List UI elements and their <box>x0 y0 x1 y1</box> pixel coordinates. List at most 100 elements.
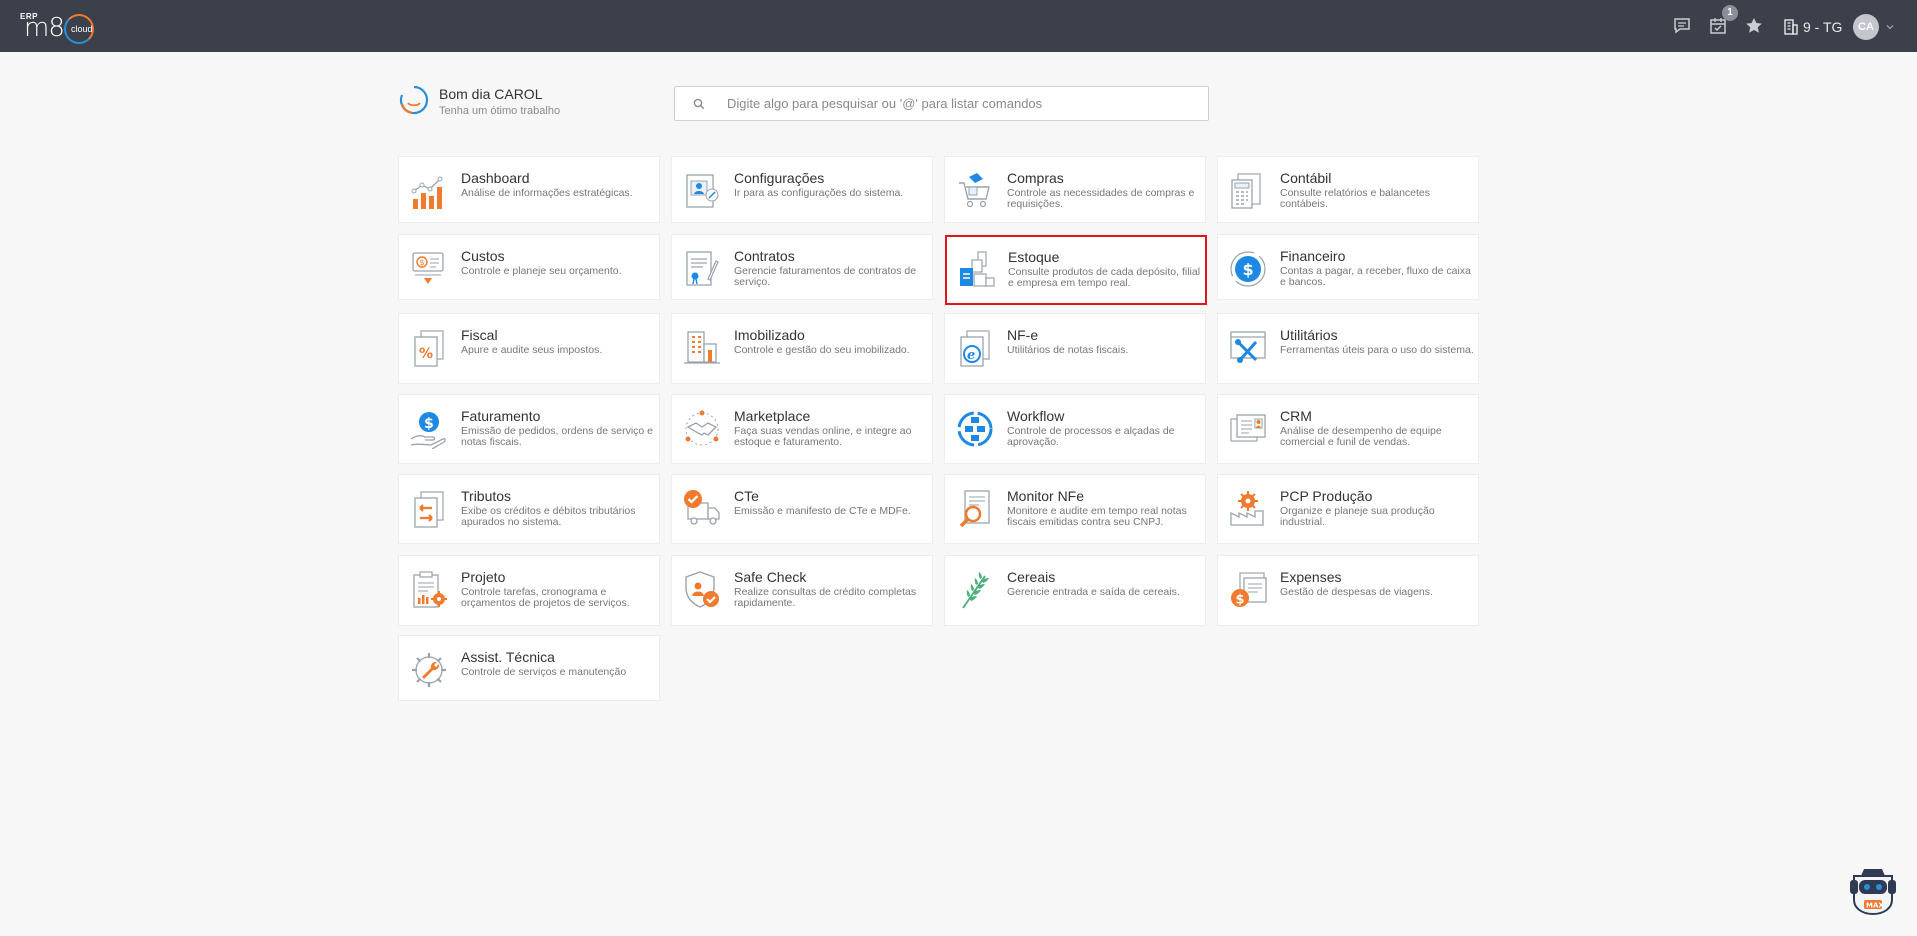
module-title: Fiscal <box>461 327 498 343</box>
module-title: Financeiro <box>1280 248 1346 264</box>
module-desc: Gestão de despesas de viagens. <box>1280 586 1433 598</box>
module-title: Tributos <box>461 488 512 504</box>
module-title: Safe Check <box>734 569 807 585</box>
svg-text:$: $ <box>424 416 434 432</box>
hand-dollar-icon: $ <box>410 412 446 449</box>
module-desc: Organize e planeje sua produção industri… <box>1280 505 1435 528</box>
m8-logo[interactable]: cloud m8 ERP <box>20 12 102 44</box>
svg-text:e: e <box>967 348 975 363</box>
star-icon[interactable] <box>1744 16 1764 36</box>
module-desc: Emissão e manifesto de CTe e MDFe. <box>734 505 911 517</box>
module-card-tributos[interactable]: Tributos Exibe os créditos e débitos tri… <box>398 474 660 544</box>
module-title: Expenses <box>1280 569 1342 585</box>
module-card-utilitarios[interactable]: Utilitários Ferramentas úteis para o uso… <box>1217 313 1479 384</box>
max-assistant-robot-icon[interactable]: MAX <box>1846 866 1900 918</box>
module-desc: Ferramentas úteis para o uso do sistema. <box>1280 344 1474 356</box>
factory-gear-icon <box>1230 491 1264 526</box>
module-title: Custos <box>461 248 505 264</box>
module-card-custos[interactable]: $ Custos Controle e planeje seu orçament… <box>398 234 660 300</box>
module-desc: Controle e gestão do seu imobilizado. <box>734 344 910 356</box>
logo-erp: ERP <box>20 12 38 21</box>
company-selector[interactable]: 9 - TG <box>1784 18 1842 36</box>
module-card-cte[interactable]: CTe Emissão e manifesto de CTe e MDFe. <box>671 474 933 544</box>
module-card-safe-check[interactable]: Safe Check Realize consultas de crédito … <box>671 555 933 626</box>
module-desc: Controle de serviços e manutenção <box>461 666 627 678</box>
chat-icon[interactable] <box>1672 16 1692 36</box>
wrench-gear-icon <box>412 653 446 687</box>
module-title: Workflow <box>1007 408 1065 424</box>
cloud-logo-ring: cloud <box>64 14 94 44</box>
module-title: NF-e <box>1007 327 1039 343</box>
dollar-coin-icon: $ <box>1230 251 1266 287</box>
module-title: Configurações <box>734 170 825 186</box>
svg-text:$: $ <box>1236 593 1245 608</box>
module-card-expenses[interactable]: $ Expenses Gestão de despesas de viagens… <box>1217 555 1479 626</box>
module-desc: Análise de informações estratégicas. <box>461 187 633 199</box>
module-card-marketplace[interactable]: Marketplace Faça suas vendas online, e i… <box>671 394 933 464</box>
module-desc: Faça suas vendas online, e integre ao es… <box>734 425 912 448</box>
module-desc: Exibe os créditos e débitos tributários … <box>461 505 636 528</box>
notification-badge: 1 <box>1722 5 1738 21</box>
shield-check-icon <box>685 571 719 608</box>
module-desc: Monitore e audite em tempo real notas fi… <box>1007 505 1187 528</box>
company-label: 9 - TG <box>1803 19 1843 35</box>
shopping-cart-icon <box>959 173 990 208</box>
percent-document-icon: % <box>414 330 444 367</box>
module-desc: Consulte produtos de cada depósito, fili… <box>1008 266 1201 289</box>
building-icon <box>684 331 720 364</box>
module-title: Marketplace <box>734 408 811 424</box>
module-desc: Contas a pagar, a receber, fluxo de caix… <box>1280 265 1471 288</box>
module-desc: Controle e planeje seu orçamento. <box>461 265 622 277</box>
truck-check-icon <box>684 490 720 525</box>
svg-text:MAX: MAX <box>1866 902 1884 910</box>
module-title: Contábil <box>1280 170 1332 186</box>
module-card-workflow[interactable]: Workflow Controle de processos e alçadas… <box>944 394 1206 464</box>
module-card-crm[interactable]: CRM Análise de desempenho de equipe come… <box>1217 394 1479 464</box>
avatar[interactable]: CA <box>1853 14 1879 40</box>
module-title: Cereais <box>1007 569 1056 585</box>
module-title: Assist. Técnica <box>461 649 555 665</box>
module-title: Utilitários <box>1280 327 1338 343</box>
handshake-icon <box>685 410 719 446</box>
module-card-imobilizado[interactable]: Imobilizado Controle e gestão do seu imo… <box>671 313 933 384</box>
module-card-nfe[interactable]: e NF-e Utilitários de notas fiscais. <box>944 313 1206 384</box>
module-card-fiscal[interactable]: % Fiscal Apure e audite seus impostos. <box>398 313 660 384</box>
module-title: Monitor NFe <box>1007 488 1085 504</box>
module-card-contabil[interactable]: Contábil Consulte relatórios e balancete… <box>1217 156 1479 223</box>
module-desc: Apure e audite seus impostos. <box>461 344 603 356</box>
module-title: Estoque <box>1008 249 1060 265</box>
module-card-cereais[interactable]: Cereais Gerencie entrada e saída de cere… <box>944 555 1206 626</box>
module-desc: Consulte relatórios e balancetes contábe… <box>1280 187 1431 210</box>
module-card-monitor-nfe[interactable]: Monitor NFe Monitore e audite em tempo r… <box>944 474 1206 544</box>
module-desc: Gerencie faturamentos de contratos de se… <box>734 265 917 288</box>
module-title: Compras <box>1007 170 1064 186</box>
svg-text:$: $ <box>420 258 425 267</box>
module-title: Dashboard <box>461 170 530 186</box>
module-card-estoque[interactable]: Estoque Consulte produtos de cada depósi… <box>945 235 1207 305</box>
boxes-icon <box>960 251 995 287</box>
contract-icon <box>686 251 719 286</box>
tax-exchange-icon <box>414 491 444 528</box>
module-card-compras[interactable]: Compras Controle as necessidades de comp… <box>944 156 1206 223</box>
search-box[interactable] <box>674 86 1209 121</box>
module-card-dashboard[interactable]: Dashboard Análise de informações estraté… <box>398 156 660 223</box>
module-card-contratos[interactable]: Contratos Gerencie faturamentos de contr… <box>671 234 933 300</box>
module-card-projeto[interactable]: Projeto Controle tarefas, cronograma e o… <box>398 555 660 626</box>
building-icon <box>1784 19 1798 35</box>
module-card-financeiro[interactable]: $ Financeiro Contas a pagar, a receber, … <box>1217 234 1479 300</box>
chevron-down-icon[interactable] <box>1885 22 1895 32</box>
module-title: PCP Produção <box>1280 488 1373 504</box>
module-card-faturamento[interactable]: $ Faturamento Emissão de pedidos, ordens… <box>398 394 660 464</box>
bar-chart-icon <box>411 176 443 209</box>
module-card-assist-tecnica[interactable]: Assist. Técnica Controle de serviços e m… <box>398 635 660 701</box>
module-card-pcp-producao[interactable]: PCP Produção Organize e planeje sua prod… <box>1217 474 1479 544</box>
crm-card-icon <box>1230 414 1266 442</box>
top-bar: cloud m8 ERP 1 9 - TG CA <box>0 0 1917 52</box>
module-card-configuracoes[interactable]: Configurações Ir para as configurações d… <box>671 156 933 223</box>
search-input[interactable] <box>727 96 1187 111</box>
greeting-subtitle: Tenha um ótimo trabalho <box>439 105 561 117</box>
module-desc: Emissão de pedidos, ordens de serviço e … <box>461 425 654 448</box>
money-bill-icon: $ <box>412 252 444 284</box>
module-desc: Controle de processos e alçadas de aprov… <box>1007 425 1175 448</box>
module-desc: Realize consultas de crédito completas r… <box>734 586 917 609</box>
